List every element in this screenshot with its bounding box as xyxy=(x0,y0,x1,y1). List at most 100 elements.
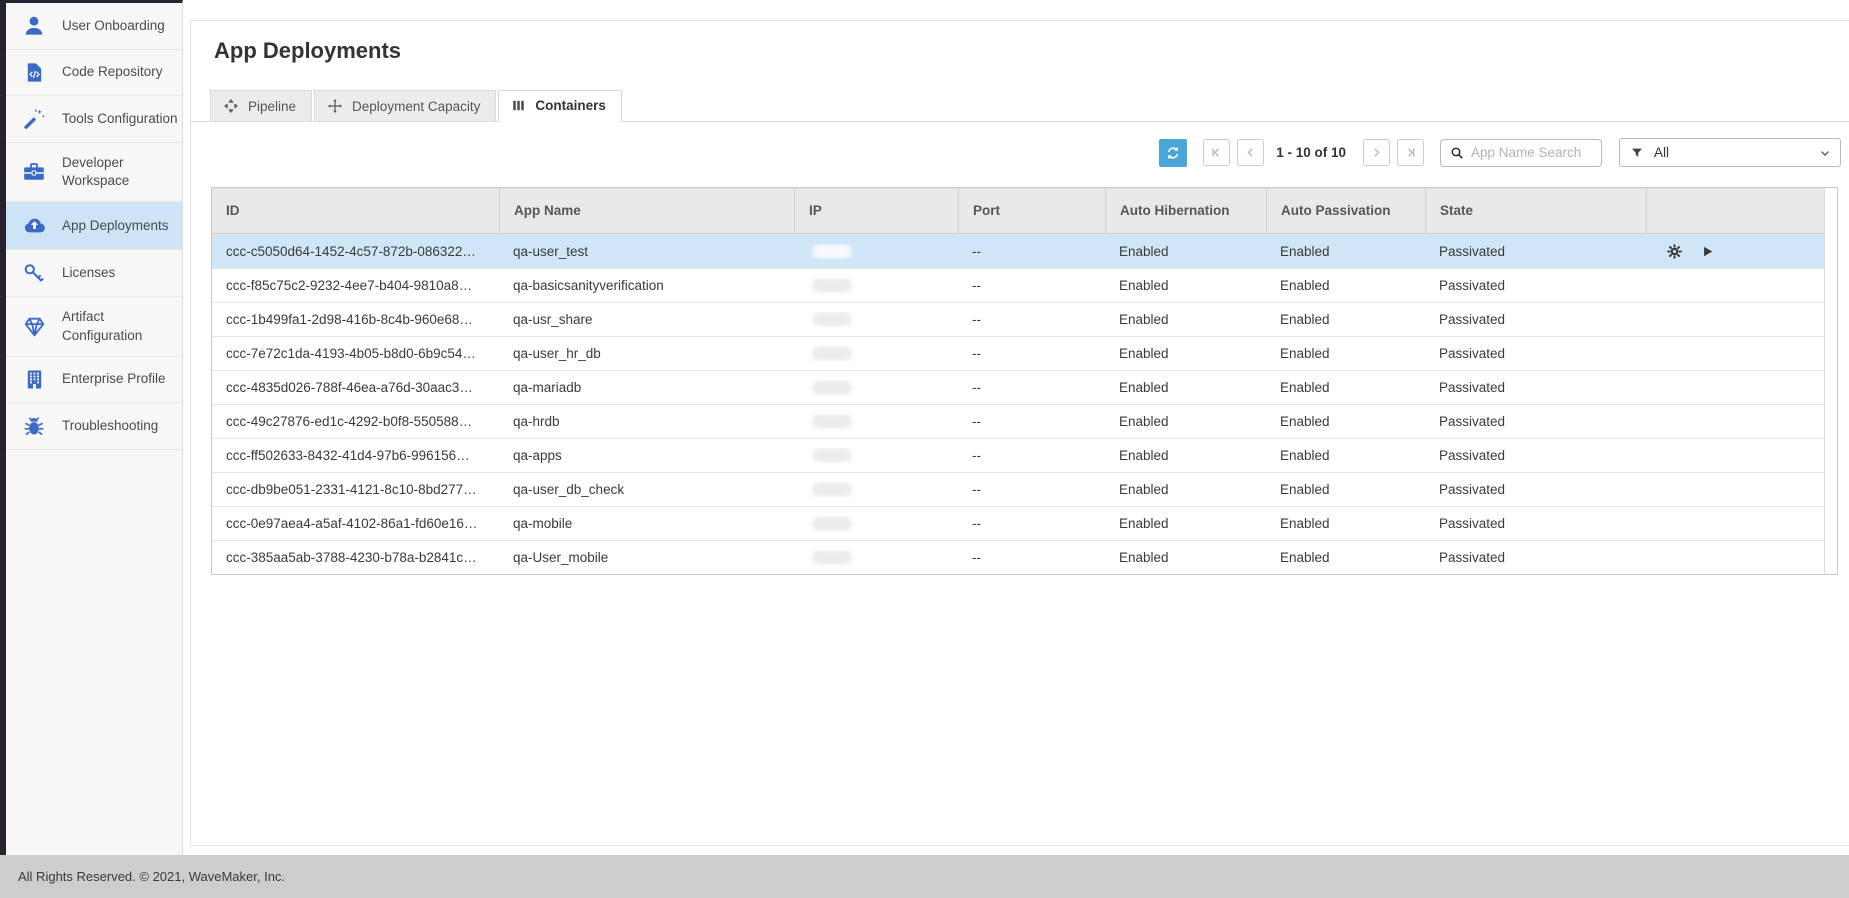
cell-app-name: qa-user_test xyxy=(499,244,794,259)
cell-auto-hibernation: Enabled xyxy=(1105,516,1266,531)
tab-containers[interactable]: Containers xyxy=(498,90,622,122)
cell-ip xyxy=(794,414,958,429)
sidebar-item-developer-workspace[interactable]: Developer Workspace xyxy=(6,143,182,202)
cell-auto-hibernation: Enabled xyxy=(1105,550,1266,565)
cell-state: Passivated xyxy=(1425,550,1646,565)
columns-icon xyxy=(511,98,526,113)
cell-ip xyxy=(794,380,958,395)
state-filter-dropdown[interactable]: All xyxy=(1619,138,1841,167)
blurred-ip-value xyxy=(812,482,852,497)
footer: All Rights Reserved. © 2021, WaveMaker, … xyxy=(0,855,1849,898)
briefcase-icon xyxy=(6,160,62,184)
cell-auto-hibernation: Enabled xyxy=(1105,312,1266,327)
cell-auto-hibernation: Enabled xyxy=(1105,278,1266,293)
table-row[interactable]: ccc-1b499fa1-2d98-416b-8c4b-960e68…qa-us… xyxy=(212,302,1837,336)
cell-app-name: qa-apps xyxy=(499,448,794,463)
first-page-button[interactable] xyxy=(1203,139,1230,166)
sidebar-item-enterprise-profile[interactable]: Enterprise Profile xyxy=(6,357,182,403)
cell-auto-passivation: Enabled xyxy=(1266,414,1425,429)
cell-ip xyxy=(794,346,958,361)
last-page-button[interactable] xyxy=(1397,139,1424,166)
sidebar-item-label: User Onboarding xyxy=(62,17,165,35)
sidebar-item-tools-configuration[interactable]: Tools Configuration xyxy=(6,96,182,143)
app-name-search-input[interactable] xyxy=(1469,144,1587,161)
cell-app-name: qa-User_mobile xyxy=(499,550,794,565)
refresh-icon xyxy=(1165,145,1181,161)
table-row[interactable]: ccc-f85c75c2-9232-4ee7-b404-9810a8…qa-ba… xyxy=(212,268,1837,302)
prev-page-button[interactable] xyxy=(1237,139,1264,166)
cell-port: -- xyxy=(958,380,1105,395)
cell-auto-hibernation: Enabled xyxy=(1105,380,1266,395)
cell-state: Passivated xyxy=(1425,278,1646,293)
content-row: User Onboarding Code RepositoryTools Conf… xyxy=(0,0,1849,855)
blurred-ip-value xyxy=(812,244,852,259)
column-header-app-name: App Name xyxy=(499,188,794,233)
table-row[interactable]: ccc-385aa5ab-3788-4230-b78a-b2841c…qa-Us… xyxy=(212,540,1837,574)
cell-id: ccc-385aa5ab-3788-4230-b78a-b2841c… xyxy=(212,550,499,565)
sidebar-item-user-onboarding[interactable]: User Onboarding xyxy=(6,3,182,50)
building-icon xyxy=(6,368,62,391)
cell-state: Passivated xyxy=(1425,312,1646,327)
table-row[interactable]: ccc-db9be051-2331-4121-8c10-8bd277…qa-us… xyxy=(212,472,1837,506)
sidebar-item-app-deployments[interactable]: App Deployments xyxy=(6,202,182,250)
tab-label: Containers xyxy=(535,98,606,113)
gear-icon xyxy=(1666,243,1683,260)
sidebar-item-code-repository[interactable]: Code Repository xyxy=(6,50,182,96)
containers-table: IDApp NameIPPortAuto HibernationAuto Pas… xyxy=(211,187,1838,575)
cell-ip xyxy=(794,278,958,293)
cell-port: -- xyxy=(958,312,1105,327)
cell-state: Passivated xyxy=(1425,516,1646,531)
sidebar-item-artifact-configuration[interactable]: Artifact Configuration xyxy=(6,297,182,356)
table-row[interactable]: ccc-4835d026-788f-46ea-a76d-30aac3…qa-ma… xyxy=(212,370,1837,404)
cell-auto-passivation: Enabled xyxy=(1266,448,1425,463)
key-icon xyxy=(6,261,62,285)
search-icon xyxy=(1441,145,1469,161)
cell-state: Passivated xyxy=(1425,346,1646,361)
sidebar-item-label: App Deployments xyxy=(62,217,169,235)
sidebar-item-label: Troubleshooting xyxy=(62,417,158,435)
main-content: App Deployments PipelineDeployment Capac… xyxy=(183,0,1849,855)
cell-app-name: qa-mariadb xyxy=(499,380,794,395)
next-page-button[interactable] xyxy=(1363,139,1390,166)
sidebar-item-licenses[interactable]: Licenses xyxy=(6,250,182,297)
table-row[interactable]: ccc-0e97aea4-a5af-4102-86a1-fd60e16…qa-m… xyxy=(212,506,1837,540)
move-icon xyxy=(327,98,343,114)
chevron-left-icon xyxy=(1243,145,1258,160)
column-header-actions xyxy=(1646,188,1824,233)
cell-ip xyxy=(794,550,958,565)
table-row[interactable]: ccc-c5050d64-1452-4c57-872b-086322…qa-us… xyxy=(212,234,1837,268)
cell-ip xyxy=(794,312,958,327)
table-row[interactable]: ccc-7e72c1da-4193-4b05-b8d0-6b9c54…qa-us… xyxy=(212,336,1837,370)
cell-auto-passivation: Enabled xyxy=(1266,516,1425,531)
cell-port: -- xyxy=(958,346,1105,361)
table-row[interactable]: ccc-ff502633-8432-41d4-97b6-996156…qa-ap… xyxy=(212,438,1837,472)
cell-app-name: qa-user_hr_db xyxy=(499,346,794,361)
settings-button[interactable] xyxy=(1666,243,1683,260)
cell-port: -- xyxy=(958,482,1105,497)
cell-state: Passivated xyxy=(1425,414,1646,429)
sidebar-item-troubleshooting[interactable]: Troubleshooting xyxy=(6,403,182,450)
cell-port: -- xyxy=(958,448,1105,463)
cell-app-name: qa-hrdb xyxy=(499,414,794,429)
app-name-search xyxy=(1440,139,1602,167)
cell-auto-passivation: Enabled xyxy=(1266,380,1425,395)
column-header-ip: IP xyxy=(794,188,958,233)
refresh-button[interactable] xyxy=(1159,139,1187,167)
sidebar-item-label: Artifact Configuration xyxy=(62,308,178,344)
cell-ip xyxy=(794,516,958,531)
tab-deployment-capacity[interactable]: Deployment Capacity xyxy=(314,90,496,121)
blurred-ip-value xyxy=(812,550,852,565)
cloud-upload-icon xyxy=(6,213,62,238)
tab-label: Pipeline xyxy=(248,99,296,114)
table-scrollbar-gutter[interactable] xyxy=(1824,188,1837,574)
table-toolbar: 1 - 10 of 10 xyxy=(191,138,1841,167)
table-row[interactable]: ccc-49c27876-ed1c-4292-b0f8-550588…qa-hr… xyxy=(212,404,1837,438)
filter-selected-value: All xyxy=(1654,145,1818,160)
last-page-icon xyxy=(1403,145,1418,160)
cell-port: -- xyxy=(958,414,1105,429)
blurred-ip-value xyxy=(812,448,852,463)
cell-port: -- xyxy=(958,244,1105,259)
cell-app-name: qa-user_db_check xyxy=(499,482,794,497)
start-button[interactable] xyxy=(1700,244,1715,259)
tab-pipeline[interactable]: Pipeline xyxy=(210,90,312,121)
